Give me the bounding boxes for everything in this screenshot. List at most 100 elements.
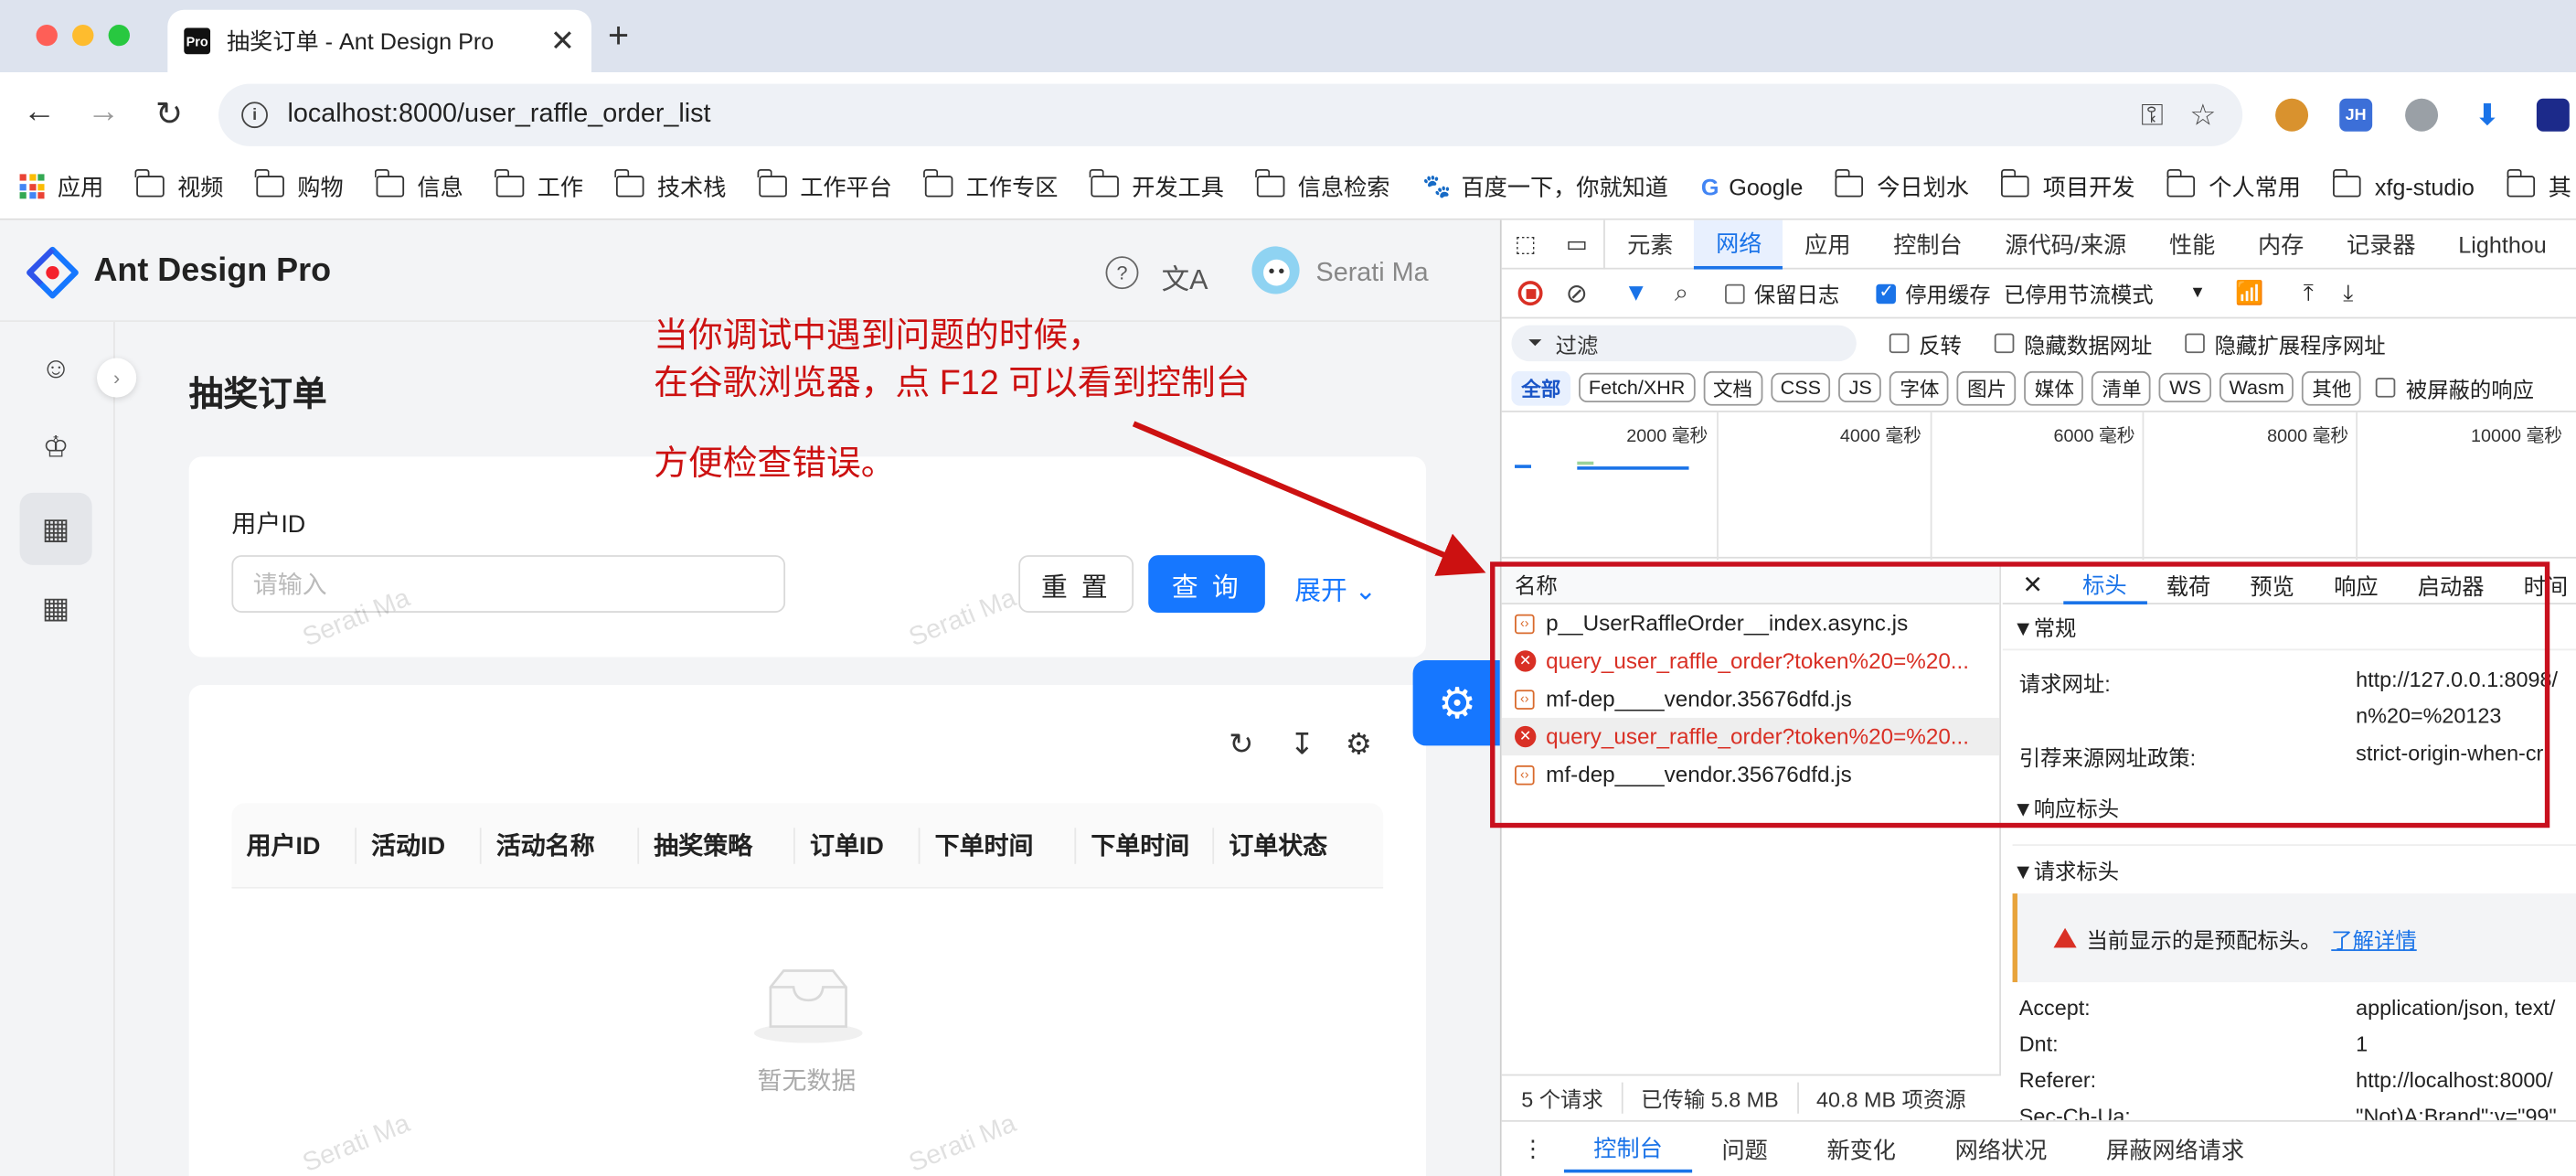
settings-drawer-button[interactable]: ⚙ — [1412, 660, 1502, 746]
bookmark-folder[interactable]: 个人常用 — [2166, 168, 2301, 203]
column-header[interactable]: 订单ID — [795, 827, 921, 863]
bookmark-google[interactable]: G Google — [1701, 173, 1804, 199]
more-menu-icon[interactable]: ⋮ — [1502, 1126, 1564, 1171]
clear-icon[interactable]: ⊘ — [1566, 277, 1588, 310]
table-icon[interactable]: ▦ — [20, 572, 92, 644]
crown-icon[interactable]: ♔ — [20, 411, 92, 483]
search-icon[interactable]: ⌕ — [1675, 279, 1688, 307]
request-headers-toggle[interactable]: ▼请求标头 — [2012, 844, 2576, 885]
bookmark-folder[interactable]: 购物 — [255, 168, 344, 203]
maximize-window-button[interactable] — [108, 24, 130, 47]
hide-data-urls-checkbox[interactable] — [1994, 333, 2015, 354]
drawer-tab-issues[interactable]: 问题 — [1692, 1126, 1797, 1171]
reset-button[interactable]: 重 置 — [1018, 555, 1134, 613]
preserve-log-checkbox[interactable] — [1724, 283, 1745, 304]
throttle-select[interactable]: 已停用节流模式 — [2004, 278, 2154, 309]
drawer-tab-whats-new[interactable]: 新变化 — [1797, 1126, 1925, 1171]
help-icon[interactable]: ? — [1105, 256, 1139, 290]
filter-funnel-icon[interactable]: ▼ — [1623, 279, 1648, 307]
reload-icon[interactable]: ↻ — [1229, 728, 1253, 763]
translate-icon[interactable]: 文A — [1162, 256, 1208, 297]
minimize-window-button[interactable] — [72, 24, 94, 47]
url-text[interactable]: localhost:8000/user_raffle_order_list — [288, 101, 2142, 130]
tab-recorder[interactable]: 记录器 — [2326, 220, 2437, 269]
column-header[interactable]: 订单状态 — [1214, 827, 1378, 863]
type-filter[interactable]: Fetch/XHR — [1579, 372, 1696, 403]
bookmark-folder[interactable]: 今日划水 — [1835, 168, 1969, 203]
type-filter[interactable]: 文档 — [1703, 370, 1762, 405]
bookmark-star-icon[interactable]: ☆ — [2189, 98, 2216, 133]
type-filter[interactable]: Wasm — [2219, 372, 2294, 403]
tab-close-icon[interactable]: ✕ — [550, 24, 575, 59]
bookmark-folder[interactable]: 信息检索 — [1255, 168, 1389, 203]
bookmark-folder[interactable]: 工作 — [495, 168, 583, 203]
close-window-button[interactable] — [36, 24, 58, 47]
record-stop-icon[interactable] — [1517, 281, 1543, 306]
type-filter[interactable]: 媒体 — [2024, 370, 2084, 405]
bookmark-folder[interactable]: 信息 — [375, 168, 463, 203]
tab-elements[interactable]: 元素 — [1606, 220, 1695, 269]
cookie-icon[interactable] — [2275, 98, 2309, 132]
bookmark-apps[interactable]: 应用 — [19, 170, 103, 203]
back-icon[interactable]: ← — [20, 93, 59, 131]
query-button[interactable]: 查 询 — [1148, 555, 1265, 613]
expand-button[interactable]: 展开 ⌄ — [1294, 568, 1377, 607]
chevron-right-icon[interactable]: › — [97, 358, 137, 398]
type-filter[interactable]: CSS — [1770, 372, 1831, 403]
site-info-icon[interactable]: i — [241, 102, 268, 129]
bookmark-folder[interactable]: 工作平台 — [758, 168, 892, 203]
tab-lighthouse[interactable]: Lighthou — [2437, 220, 2568, 269]
bookmark-folder[interactable]: 其 — [2506, 168, 2571, 203]
upload-icon[interactable]: ⤒ — [2304, 279, 2314, 307]
drawer-tab-console[interactable]: 控制台 — [1563, 1126, 1693, 1172]
column-header[interactable]: 活动ID — [357, 827, 482, 863]
type-filter[interactable]: WS — [2159, 372, 2211, 403]
type-filter[interactable]: JS — [1838, 372, 1882, 403]
filter-input[interactable]: ⏷ 过滤 — [1511, 325, 1857, 362]
blocked-responses-checkbox[interactable] — [2376, 378, 2397, 398]
username[interactable]: Serati Ma — [1316, 260, 1429, 289]
ant-design-logo-icon[interactable] — [27, 246, 80, 299]
device-toolbar-icon[interactable]: ▭ — [1549, 219, 1606, 269]
smile-icon[interactable]: ☺ — [20, 332, 92, 404]
download-icon[interactable]: ⬇ — [2471, 98, 2504, 132]
tab-console[interactable]: 控制台 — [1872, 220, 1984, 269]
column-header[interactable]: 活动名称 — [482, 827, 640, 863]
bookmark-baidu[interactable]: 🐾 百度一下，你就知道 — [1422, 170, 1668, 203]
type-filter-all[interactable]: 全部 — [1511, 370, 1571, 405]
reload-icon[interactable]: ↻ — [150, 93, 189, 134]
type-filter[interactable]: 其他 — [2302, 370, 2362, 405]
download-icon[interactable]: ⤓ — [2343, 279, 2353, 307]
hide-extension-urls-checkbox[interactable] — [2185, 333, 2205, 354]
puzzle-icon[interactable] — [2536, 98, 2570, 132]
tab-application[interactable]: 应用 — [1783, 220, 1872, 269]
bookmark-folder[interactable]: 技术栈 — [614, 168, 726, 203]
browser-tab[interactable]: Pro 抽奖订单 - Ant Design Pro ✕ — [167, 9, 591, 73]
bookmark-folder[interactable]: xfg-studio — [2332, 168, 2475, 199]
new-tab-icon[interactable]: + — [608, 15, 629, 58]
drawer-tab-request-blocking[interactable]: 屏蔽网络请求 — [2077, 1126, 2274, 1171]
learn-more-link[interactable]: 了解详情 — [2331, 923, 2416, 954]
column-header[interactable]: 用户ID — [231, 827, 357, 863]
user-id-input[interactable]: 请输入 — [231, 555, 786, 613]
disable-cache-checkbox[interactable] — [1875, 280, 1896, 304]
dropdown-arrow-icon[interactable]: ▼ — [2189, 284, 2206, 303]
drawer-tab-network-conditions[interactable]: 网络状况 — [1925, 1126, 2076, 1171]
tab-sources[interactable]: 源代码/来源 — [1984, 220, 2148, 269]
tab-memory[interactable]: 内存 — [2237, 220, 2326, 269]
password-key-icon[interactable]: ⚿ — [2141, 98, 2164, 133]
column-header[interactable]: 下单时间 — [920, 827, 1077, 863]
bookmark-folder[interactable]: 视频 — [135, 168, 223, 203]
network-timeline[interactable]: 2000 毫秒 4000 毫秒 6000 毫秒 8000 毫秒 10000 毫秒 — [1501, 411, 2576, 561]
settings-icon[interactable]: ⚙ — [1346, 728, 1372, 763]
tab-performance[interactable]: 性能 — [2148, 220, 2237, 269]
column-header[interactable]: 下单时间 — [1076, 827, 1215, 863]
bookmark-folder[interactable]: 开发工具 — [1090, 168, 1224, 203]
bookmark-folder[interactable]: 工作专区 — [923, 168, 1058, 203]
type-filter[interactable]: 图片 — [1957, 370, 2017, 405]
inspect-element-icon[interactable]: ⬚ — [1502, 220, 1550, 269]
column-header[interactable]: 抽奖策略 — [639, 827, 795, 863]
brand-title[interactable]: Ant Design Pro — [93, 253, 331, 291]
address-bar[interactable]: i localhost:8000/user_raffle_order_list … — [218, 83, 2243, 146]
table-icon[interactable]: ▦ — [19, 492, 92, 565]
